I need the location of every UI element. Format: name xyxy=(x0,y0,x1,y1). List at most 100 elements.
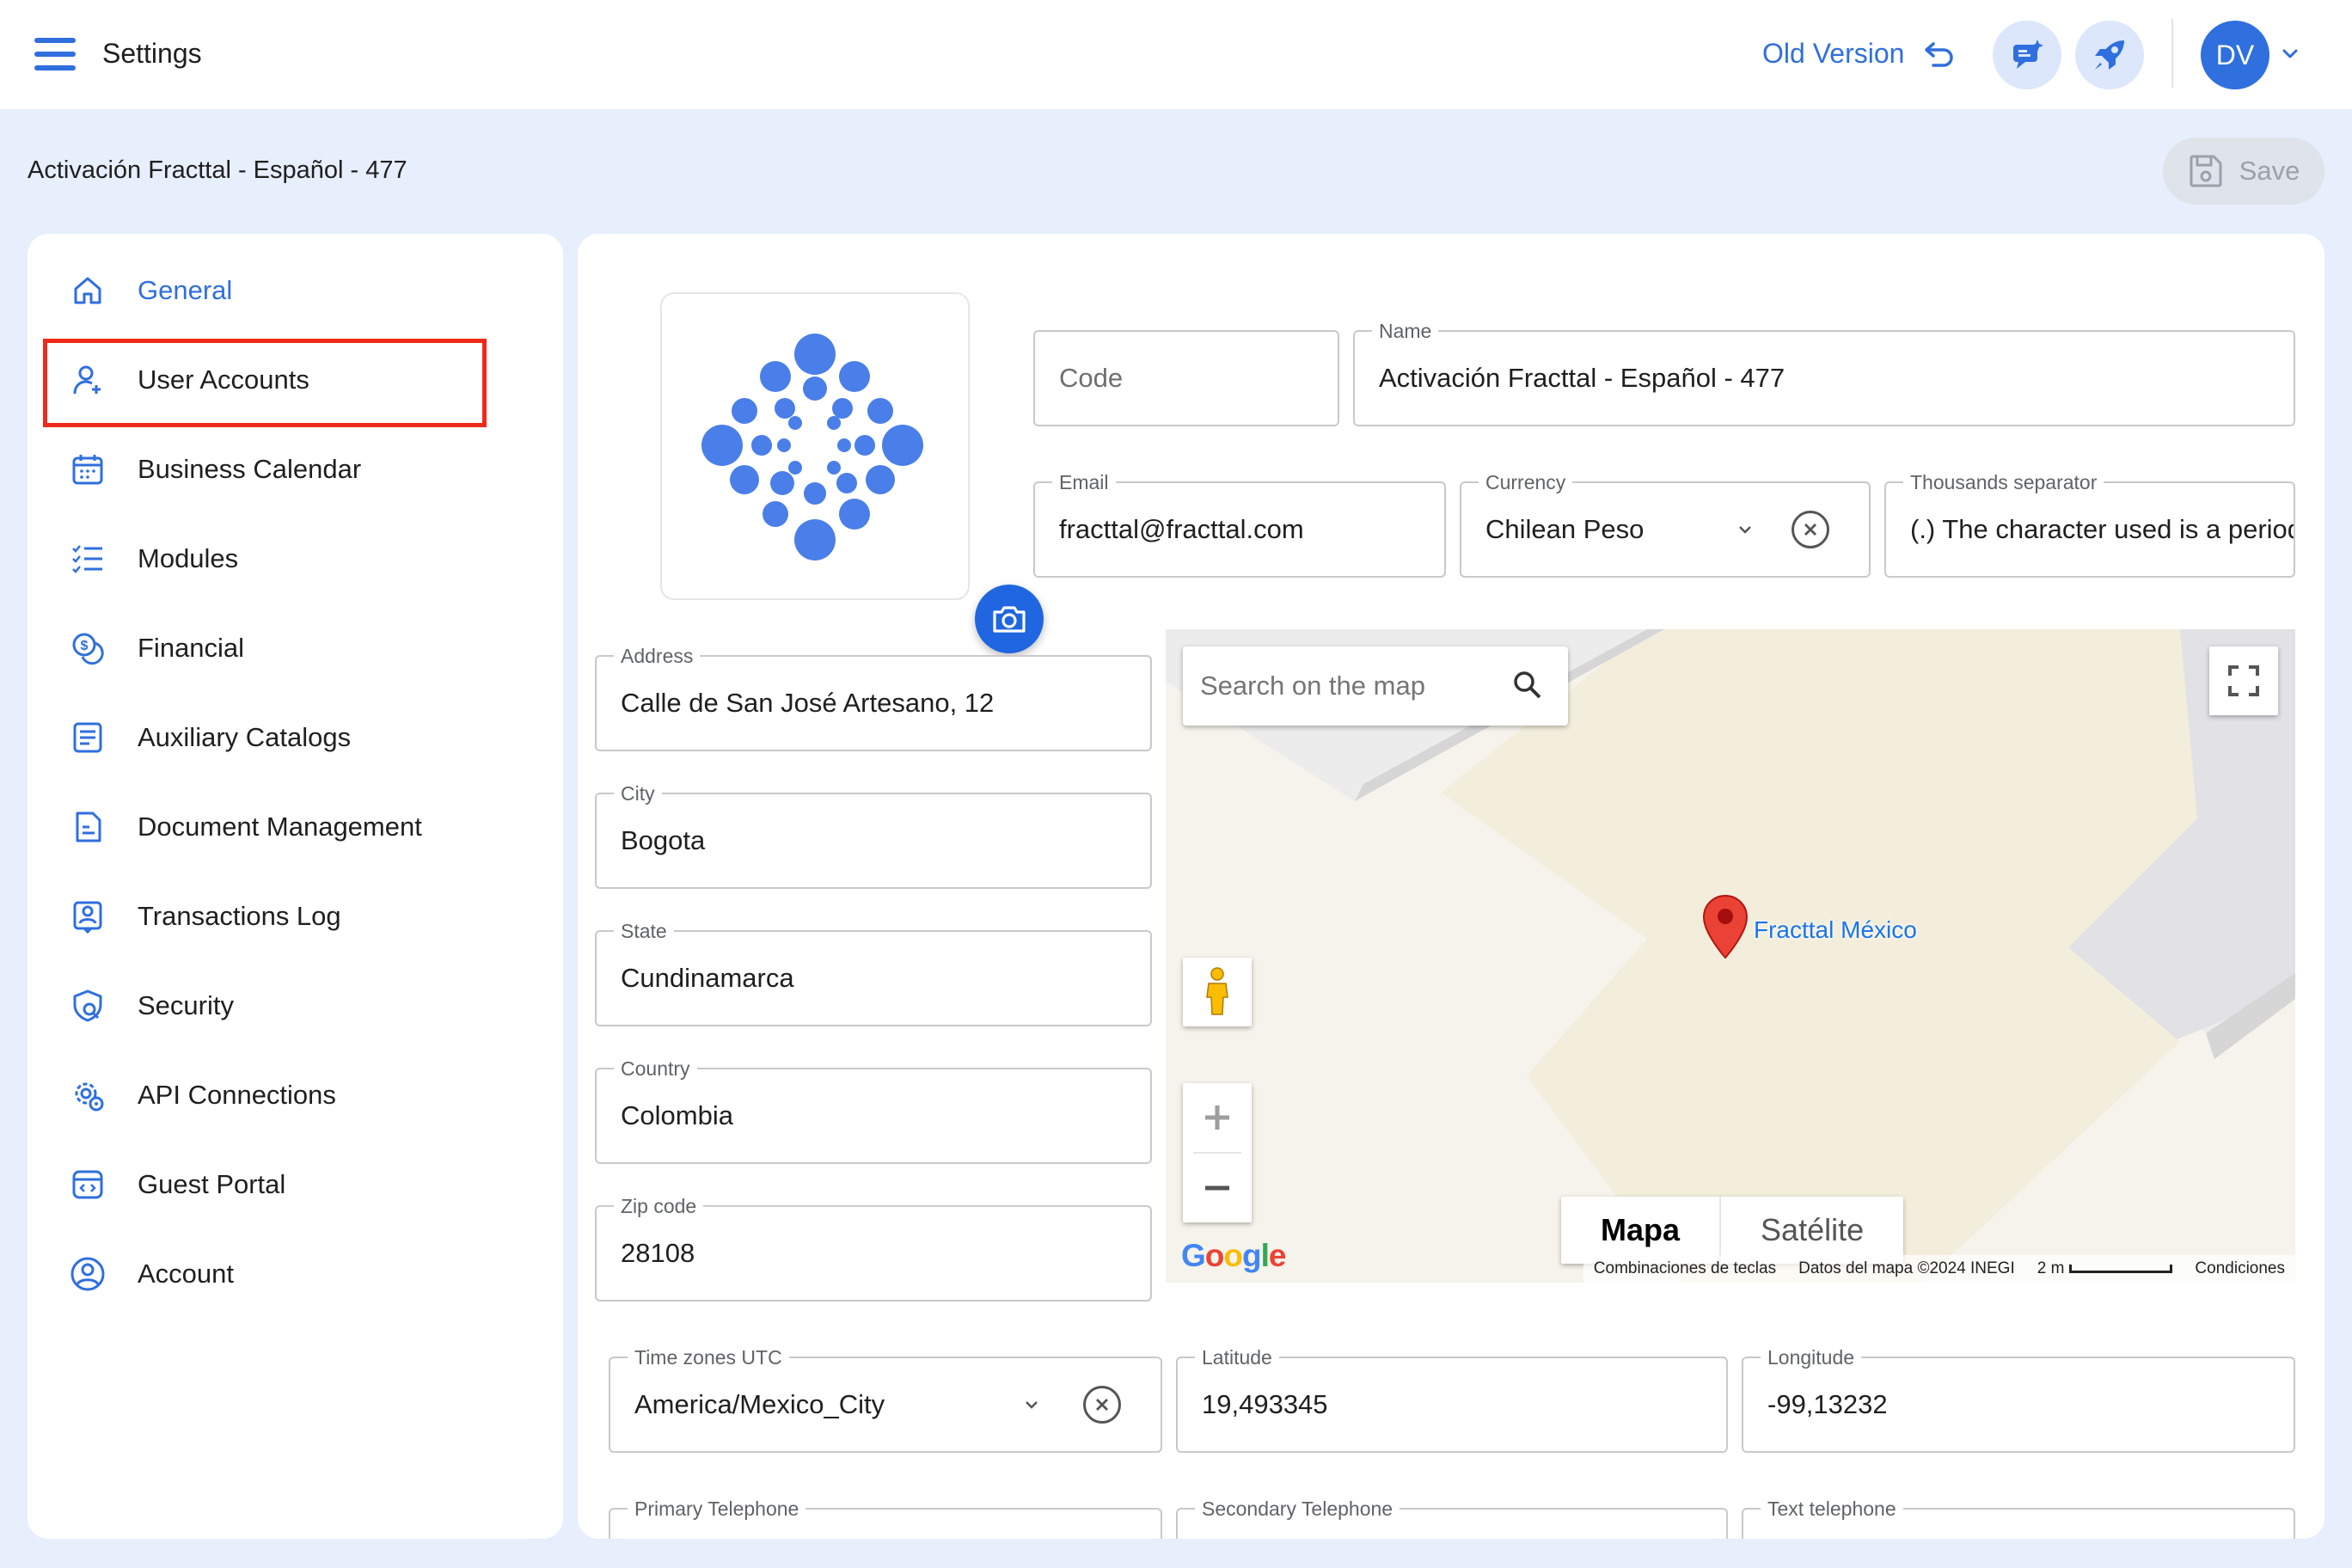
camera-icon xyxy=(993,606,1026,633)
longitude-field[interactable]: Longitude -99,13232 xyxy=(1742,1346,2295,1453)
map-pin-icon[interactable] xyxy=(1702,894,1749,959)
save-button[interactable]: Save xyxy=(2163,138,2324,205)
checklist-icon xyxy=(69,540,107,578)
sidebar-item-label: Account xyxy=(138,1259,235,1289)
state-field[interactable]: State Cundinamarca xyxy=(595,920,1152,1026)
city-value: Bogota xyxy=(621,825,706,855)
sidebar-item-label: Document Management xyxy=(138,812,422,842)
latitude-value: 19,493345 xyxy=(1202,1389,1328,1419)
sidebar-item-label: Transactions Log xyxy=(138,901,341,931)
thousands-label: Thousands separator xyxy=(1903,471,2104,493)
google-logo: Google xyxy=(1181,1238,1286,1273)
sidebar-item-financial[interactable]: $ Financial xyxy=(69,614,516,683)
map-search-placeholder: Search on the map xyxy=(1200,671,1425,701)
close-icon xyxy=(1096,1399,1108,1411)
settings-sidebar: General User Accounts Business Calendar … xyxy=(28,234,563,1539)
map-type-map[interactable]: Mapa xyxy=(1561,1197,1719,1264)
sidebar-item-security[interactable]: Security xyxy=(69,971,516,1040)
country-field[interactable]: Country Colombia xyxy=(595,1057,1152,1164)
code-placeholder: Code xyxy=(1059,363,1124,393)
sidebar-item-api-connections[interactable]: API Connections xyxy=(69,1061,516,1130)
location-map[interactable]: Search on the map Fracttal México Mapa S… xyxy=(1166,629,2295,1283)
chevron-down-icon[interactable] xyxy=(1735,519,1755,540)
code-field[interactable]: Code xyxy=(1033,330,1339,426)
sidebar-item-general[interactable]: General xyxy=(69,256,516,325)
sidebar-item-transactions-log[interactable]: Transactions Log xyxy=(69,882,516,951)
document-icon xyxy=(69,808,107,846)
old-version-label: Old Version xyxy=(1762,38,1905,69)
chevron-down-icon[interactable] xyxy=(1021,1394,1042,1415)
pegman-icon xyxy=(1206,967,1228,1015)
map-data-attribution: Datos del mapa ©2024 INEGI xyxy=(1798,1259,2015,1277)
company-logo[interactable] xyxy=(660,292,1044,653)
sidebar-item-label: Security xyxy=(138,990,234,1020)
portal-icon xyxy=(69,1166,107,1204)
email-label: Email xyxy=(1052,471,1116,493)
latitude-field[interactable]: Latitude 19,493345 xyxy=(1176,1346,1728,1453)
address-label: Address xyxy=(614,645,701,667)
fullscreen-button[interactable] xyxy=(2209,646,2278,715)
chevron-down-icon[interactable] xyxy=(2280,43,2300,64)
street-view-button[interactable] xyxy=(1183,958,1252,1026)
country-label: Country xyxy=(614,1057,697,1080)
clear-timezone-button[interactable] xyxy=(1083,1386,1121,1424)
timezone-select[interactable]: Time zones UTC America/Mexico_City xyxy=(609,1346,1162,1453)
sidebar-item-label: General xyxy=(138,275,233,305)
name-label: Name xyxy=(1372,320,1439,342)
text-telephone-field[interactable]: Text telephone xyxy=(1742,1498,2295,1539)
sidebar-item-auxiliary-catalogs[interactable]: Auxiliary Catalogs xyxy=(69,703,516,772)
catalog-icon xyxy=(69,719,107,756)
search-icon[interactable] xyxy=(1511,669,1544,701)
chat-sparkle-button[interactable] xyxy=(1993,21,2061,89)
longitude-label: Longitude xyxy=(1761,1346,1862,1369)
terms-link[interactable]: Condiciones xyxy=(2195,1259,2285,1278)
currency-select[interactable]: Currency Chilean Peso xyxy=(1460,471,1871,578)
map-place-label[interactable]: Fracttal México xyxy=(1754,916,1917,944)
secondary-telephone-field[interactable]: Secondary Telephone xyxy=(1176,1498,1728,1539)
sidebar-item-document-management[interactable]: Document Management xyxy=(69,793,516,861)
menu-icon[interactable] xyxy=(34,38,76,70)
fullscreen-icon xyxy=(2228,665,2259,696)
save-icon xyxy=(2190,155,2222,187)
map-type-control: Mapa Satélite xyxy=(1561,1197,1904,1264)
old-version-link[interactable]: Old Version xyxy=(1762,38,1954,70)
rocket-button[interactable] xyxy=(2075,21,2144,89)
svg-text:$: $ xyxy=(81,639,89,653)
save-label: Save xyxy=(2239,156,2300,186)
sidebar-item-account[interactable]: Account xyxy=(69,1240,516,1308)
top-bar: Settings Old Version DV xyxy=(0,0,2352,109)
close-icon xyxy=(1804,524,1816,536)
city-field[interactable]: City Bogota xyxy=(595,782,1152,889)
address-field[interactable]: Address Calle de San José Artesano, 12 xyxy=(595,645,1152,751)
plus-icon xyxy=(1205,1106,1229,1130)
map-footer: Combinaciones de teclas Datos del mapa ©… xyxy=(1583,1255,2295,1283)
longitude-value: -99,13232 xyxy=(1767,1389,1888,1419)
thousands-separator-select[interactable]: Thousands separator (.) The character us… xyxy=(1884,471,2295,578)
zoom-control xyxy=(1183,1083,1252,1222)
sidebar-item-guest-portal[interactable]: Guest Portal xyxy=(69,1150,516,1219)
name-field[interactable]: Name Activación Fracttal - Español - 477 xyxy=(1353,320,2295,426)
keyboard-shortcuts-link[interactable]: Combinaciones de teclas xyxy=(1594,1259,1776,1278)
clear-currency-button[interactable] xyxy=(1792,511,1829,548)
zoom-in-button[interactable] xyxy=(1183,1083,1252,1152)
upload-photo-button[interactable] xyxy=(975,585,1044,653)
sidebar-item-modules[interactable]: Modules xyxy=(69,524,516,593)
state-value: Cundinamarca xyxy=(621,963,794,993)
email-field[interactable]: Email fracttal@fracttal.com xyxy=(1033,471,1446,578)
zoom-out-button[interactable] xyxy=(1183,1154,1252,1222)
zip-code-field[interactable]: Zip code 28108 xyxy=(595,1195,1152,1302)
map-type-satellite[interactable]: Satélite xyxy=(1721,1197,1903,1264)
map-search-box[interactable]: Search on the map xyxy=(1183,646,1568,726)
currency-label: Currency xyxy=(1479,471,1573,493)
page-title: Activación Fracttal - Español - 477 xyxy=(28,156,407,184)
city-label: City xyxy=(614,782,662,805)
avatar[interactable]: DV xyxy=(2201,21,2269,89)
primary-telephone-field[interactable]: Primary Telephone xyxy=(609,1498,1162,1539)
sidebar-item-label: Business Calendar xyxy=(138,454,362,484)
secondary-telephone-label: Secondary Telephone xyxy=(1195,1498,1400,1520)
sidebar-item-business-calendar[interactable]: Business Calendar xyxy=(69,435,516,504)
shield-search-icon xyxy=(69,987,107,1025)
map-scale: 2 m xyxy=(2037,1259,2173,1278)
scale-bar xyxy=(2069,1264,2173,1273)
header-divider xyxy=(2171,19,2173,88)
